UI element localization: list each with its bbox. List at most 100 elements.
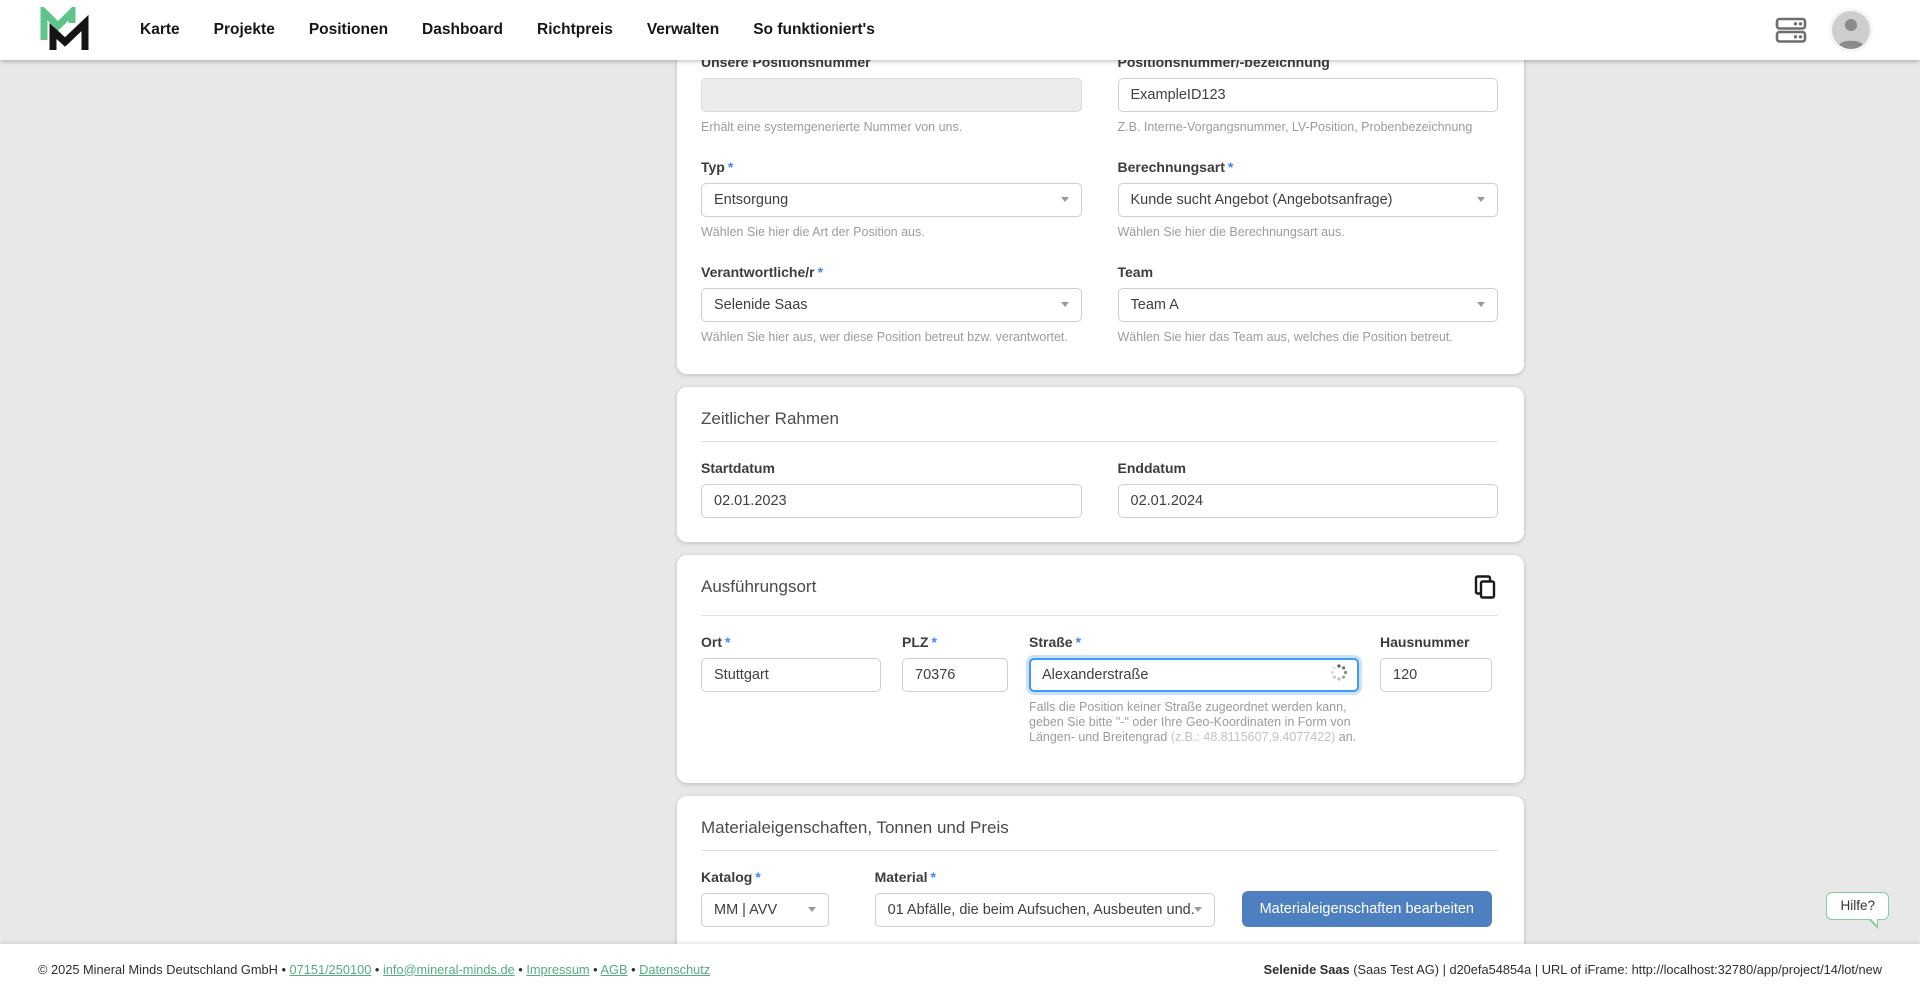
required-asterisk: * (931, 634, 936, 650)
field-helper: Wählen Sie hier das Team aus, welches di… (1118, 330, 1499, 345)
chevron-down-icon (1061, 302, 1069, 307)
nav-item-positionen[interactable]: Positionen (309, 21, 388, 39)
required-asterisk: * (725, 634, 730, 650)
verantwortlicher-select[interactable]: Selenide Saas (701, 288, 1082, 322)
section-title: Zeitlicher Rahmen (701, 409, 839, 429)
field-label: Material* (875, 869, 1215, 887)
field-label: Katalog* (701, 869, 829, 887)
footer-link-datenschutz[interactable]: Datenschutz (639, 962, 710, 977)
footer-user-info: Selenide Saas (Saas Test AG) | d20efa548… (1264, 962, 1882, 977)
required-asterisk: * (755, 869, 760, 885)
footer-separator: • (515, 962, 527, 977)
field-label: PLZ* (902, 634, 1008, 652)
field-typ: Typ* Entsorgung Wählen Sie hier die Art … (701, 159, 1082, 240)
field-label: Verantwortliche/r* (701, 264, 1082, 282)
hausnummer-input[interactable] (1380, 658, 1492, 692)
chevron-down-icon (1477, 197, 1485, 202)
chevron-down-icon (1194, 907, 1202, 912)
nav-item-karte[interactable]: Karte (140, 21, 180, 39)
team-select[interactable]: Team A (1118, 288, 1499, 322)
field-team: Team Team A Wählen Sie hier das Team aus… (1118, 264, 1499, 345)
section-title: Ausführungsort (701, 577, 816, 597)
nav-item-projekte[interactable]: Projekte (214, 21, 275, 39)
card-basisdaten: Unsere Positionsnummer Erhält eine syste… (677, 60, 1524, 374)
berechnungsart-select[interactable]: Kunde sucht Angebot (Angebotsanfrage) (1118, 183, 1499, 217)
katalog-select[interactable]: MM | AVV (701, 893, 829, 927)
chevron-down-icon (1061, 197, 1069, 202)
section-title: Materialeigenschaften, Tonnen und Preis (701, 818, 1009, 838)
footer-separator: • (590, 962, 601, 977)
footer: © 2025 Mineral Minds Deutschland GmbH • … (0, 944, 1920, 994)
navbar-right (1774, 11, 1870, 49)
nav-menu: Karte Projekte Positionen Dashboard Richtpre… (140, 21, 875, 39)
field-helper: Wählen Sie hier die Berechnungsart aus. (1118, 225, 1499, 240)
materialeigenschaften-bearbeiten-button[interactable]: Materialeigenschaften bearbeiten (1242, 891, 1492, 927)
chevron-down-icon (1477, 302, 1485, 307)
footer-link-info-mineral-minds-de[interactable]: info@mineral-minds.de (383, 962, 515, 977)
field-verantwortlicher: Verantwortliche/r* Selenide Saas Wählen … (701, 264, 1082, 345)
ort-input[interactable] (701, 658, 881, 692)
footer-copyright: © 2025 Mineral Minds Deutschland GmbH (38, 962, 278, 977)
nav-item-verwalten[interactable]: Verwalten (647, 21, 719, 39)
footer-link-impressum[interactable]: Impressum (526, 962, 589, 977)
nav-item-richtpreis[interactable]: Richtpreis (537, 21, 613, 39)
main-content: Unsere Positionsnummer Erhält eine syste… (0, 60, 1920, 944)
field-helper: Z.B. Interne-Vorgangsnummer, LV-Position… (1118, 120, 1499, 135)
field-plz: PLZ* (902, 634, 1008, 744)
field-enddatum: Enddatum (1118, 460, 1499, 518)
footer-links: © 2025 Mineral Minds Deutschland GmbH • … (38, 962, 710, 977)
required-asterisk: * (931, 869, 936, 885)
required-asterisk: * (1076, 634, 1081, 650)
field-label: Ort* (701, 634, 881, 652)
footer-user-name: Selenide Saas (1264, 962, 1350, 977)
field-positionsnummer: Positionsnummer/-bezeichnung Z.B. Intern… (1118, 60, 1499, 135)
copy-icon[interactable] (1472, 574, 1498, 603)
footer-separator: • (628, 962, 640, 977)
field-material: Material* 01 Abfälle, die beim Aufsuchen… (875, 869, 1215, 927)
card-ausfuehrungsort: Ausführungsort Ort* PLZ* (677, 555, 1524, 782)
required-asterisk: * (728, 159, 733, 175)
startdatum-input[interactable] (701, 484, 1082, 518)
field-startdatum: Startdatum (701, 460, 1082, 518)
server-rows-icon[interactable] (1774, 14, 1808, 46)
field-label: Typ* (701, 159, 1082, 177)
card-materialeigenschaften: Materialeigenschaften, Tonnen und Preis … (677, 796, 1524, 945)
required-asterisk: * (1228, 159, 1233, 175)
field-label: Team (1118, 264, 1499, 282)
field-helper: Wählen Sie hier die Art der Position aus… (701, 225, 1082, 240)
loading-spinner-icon (1330, 664, 1348, 687)
field-hausnummer: Hausnummer (1380, 634, 1492, 744)
field-berechnungsart: Berechnungsart* Kunde sucht Angebot (Ang… (1118, 159, 1499, 240)
field-label: Unsere Positionsnummer (701, 60, 1082, 72)
material-select[interactable]: 01 Abfälle, die beim Aufsuchen, Ausbeute… (875, 893, 1215, 927)
plz-input[interactable] (902, 658, 1008, 692)
nav-item-dashboard[interactable]: Dashboard (422, 21, 503, 39)
field-katalog: Katalog* MM | AVV (701, 869, 829, 927)
card-zeitlicher-rahmen: Zeitlicher Rahmen Startdatum Enddatum (677, 387, 1524, 542)
mineral-minds-logo-icon (40, 7, 92, 53)
positionsnummer-input[interactable] (1118, 78, 1499, 112)
strasse-helper: Falls die Position keiner Straße zugeord… (1029, 700, 1359, 744)
field-helper: Erhält eine systemgenerierte Nummer von … (701, 120, 1082, 135)
footer-link-agb[interactable]: AGB (601, 962, 628, 977)
help-button[interactable]: Hilfe? (1826, 892, 1889, 920)
field-label: Positionsnummer/-bezeichnung (1118, 60, 1499, 72)
field-helper: Wählen Sie hier aus, wer diese Position … (701, 330, 1082, 345)
enddatum-input[interactable] (1118, 484, 1499, 518)
typ-select[interactable]: Entsorgung (701, 183, 1082, 217)
user-avatar-icon[interactable] (1832, 11, 1870, 49)
app-logo[interactable] (38, 6, 94, 54)
required-asterisk: * (818, 264, 823, 280)
field-ort: Ort* (701, 634, 881, 744)
form-column: Unsere Positionsnummer Erhält eine syste… (677, 60, 1524, 944)
footer-separator: • (371, 962, 383, 977)
chevron-down-icon (808, 907, 816, 912)
field-label: Startdatum (701, 460, 1082, 478)
footer-user-rest: (Saas Test AG) | d20efa54854a | URL of i… (1350, 962, 1882, 977)
navbar: Karte Projekte Positionen Dashboard Richtpre… (0, 0, 1920, 60)
nav-item-so-funktioniert-s[interactable]: So funktioniert's (753, 21, 875, 39)
field-label: Enddatum (1118, 460, 1499, 478)
strasse-input[interactable] (1029, 658, 1359, 692)
unsere-positionsnummer-input (701, 78, 1082, 112)
footer-link-07151-250100[interactable]: 07151/250100 (290, 962, 372, 977)
